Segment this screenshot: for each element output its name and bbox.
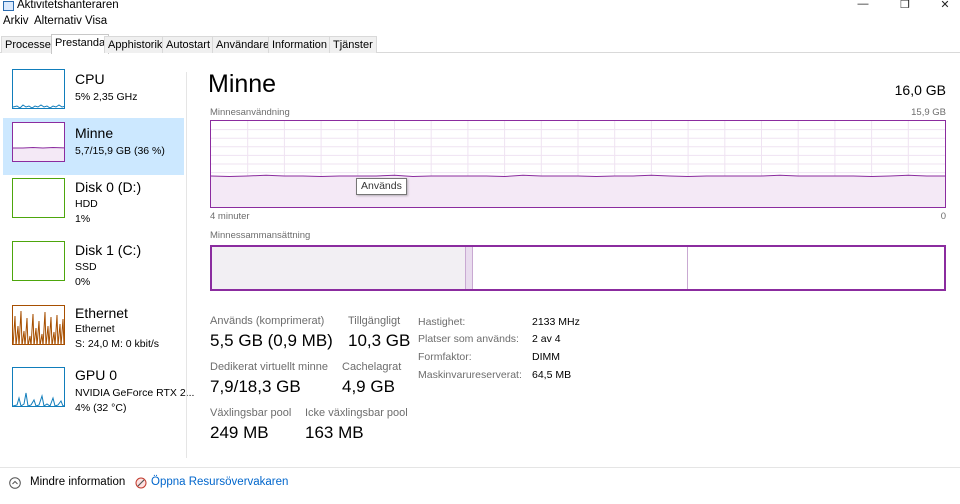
sidebar-item-detail: 5% 2,35 GHz (75, 91, 138, 103)
stat-value: 10,3 GB (348, 331, 411, 350)
sidebar-item-detail: 0% (75, 276, 91, 288)
sidebar-item-detail: 5,7/15,9 GB (36 %) (75, 145, 165, 157)
footer: Mindre information Öppna Resursövervakar… (0, 467, 960, 497)
open-resource-monitor-link[interactable]: Öppna Resursövervakaren (151, 476, 288, 488)
memory-usage-area (211, 176, 945, 207)
sidebar-item-label: CPU (75, 71, 105, 87)
detail-value: DIMM (532, 351, 560, 363)
detail-label: Platser som används: (418, 333, 519, 345)
stat-value: 249 MB (210, 423, 269, 442)
memory-usage-graph (210, 120, 946, 208)
detail-label: Formfaktor: (418, 351, 472, 363)
composition-modified[interactable] (464, 247, 474, 289)
sidebar-item-detail: NVIDIA GeForce RTX 2... (75, 387, 195, 399)
sidebar-item-detail: S: 24,0 M: 0 kbit/s (75, 338, 160, 350)
sidebar-item-label: Disk 1 (C:) (75, 242, 142, 258)
sidebar-divider (186, 72, 187, 458)
stat-label: Dedikerat virtuellt minne (210, 361, 328, 373)
stat-value: 5,5 GB (0,9 MB) (210, 331, 333, 350)
usage-graph-label: Minnesanvändning (210, 107, 290, 118)
tab-tjanster[interactable]: Tjänster (329, 36, 377, 53)
tab-processer[interactable]: Processer (1, 36, 59, 53)
chevron-up-icon[interactable] (9, 477, 21, 489)
sidebar-item-label: Disk 0 (D:) (75, 179, 142, 195)
sidebar-item-disk0[interactable]: Disk 0 (D:) HDD 1% (3, 174, 184, 231)
tab-apphistorik[interactable]: Apphistorik (104, 36, 167, 53)
stat-label: Används (komprimerat) (210, 315, 325, 327)
page-title: Minne (208, 70, 277, 98)
sidebar-item-detail: Ethernet (75, 323, 115, 335)
gpu-thumbnail-graph (12, 367, 65, 407)
memory-total: 16,0 GB (894, 82, 946, 98)
title-bar: Aktivitetshanteraren — ❐ ✕ (0, 0, 960, 14)
memory-composition-bar (210, 245, 946, 291)
usage-tooltip: Används (356, 178, 407, 195)
cpu-thumbnail-graph (12, 69, 65, 109)
stat-label: Växlingsbar pool (210, 407, 292, 419)
resource-monitor-icon[interactable] (135, 477, 147, 489)
sidebar-item-disk1[interactable]: Disk 1 (C:) SSD 0% (3, 237, 184, 294)
disk-thumbnail-graph (12, 241, 65, 281)
sidebar-item-detail: HDD (75, 198, 98, 210)
sidebar-item-detail: SSD (75, 261, 97, 273)
fewer-details-link[interactable]: Mindre information (30, 476, 125, 488)
sidebar-item-label: GPU 0 (75, 367, 118, 383)
disk-thumbnail-graph (12, 178, 65, 218)
sidebar-item-minne[interactable]: Minne 5,7/15,9 GB (36 %) (3, 118, 184, 175)
sidebar-item-detail: 1% (75, 213, 91, 225)
detail-value: 64,5 MB (532, 369, 572, 381)
memory-thumbnail-graph (12, 122, 65, 162)
sidebar-item-label: Ethernet (75, 305, 128, 321)
time-axis-start: 4 minuter (210, 211, 250, 222)
usage-graph-max: 15,9 GB (911, 107, 946, 118)
window-title: Aktivitetshanteraren (17, 0, 119, 11)
detail-label: Hastighet: (418, 316, 466, 328)
stat-value: 7,9/18,3 GB (210, 377, 301, 396)
memory-usage-svg (210, 121, 945, 207)
menu-arkiv[interactable]: Arkiv (3, 15, 29, 27)
sidebar-item-detail: 4% (32 °C) (75, 402, 127, 414)
tab-prestanda[interactable]: Prestanda (51, 34, 110, 54)
composition-in-use[interactable] (212, 247, 465, 289)
sidebar-item-gpu0[interactable]: GPU 0 NVIDIA GeForce RTX 2... 4% (32 °C) (3, 363, 194, 420)
composition-label: Minnessammansättning (210, 230, 311, 241)
task-manager-icon (3, 1, 14, 11)
tab-bar: Processer Prestanda Apphistorik Autostar… (0, 34, 960, 54)
sidebar-item-ethernet[interactable]: Ethernet Ethernet S: 24,0 M: 0 kbit/s (3, 301, 184, 358)
minimize-button[interactable]: — (848, 0, 878, 12)
stat-label: Tillgängligt (348, 315, 401, 327)
tab-autostart[interactable]: Autostart (162, 36, 215, 53)
restore-button[interactable]: ❐ (890, 0, 920, 12)
close-button[interactable]: ✕ (930, 0, 960, 12)
time-axis-end: 0 (940, 211, 946, 222)
stat-value: 163 MB (305, 423, 364, 442)
stat-label: Cachelagrat (342, 361, 402, 373)
tab-information[interactable]: Information (268, 36, 332, 53)
stat-label: Icke växlingsbar pool (305, 407, 408, 419)
detail-value: 2133 MHz (532, 316, 580, 328)
stat-value: 4,9 GB (342, 377, 395, 396)
ethernet-thumbnail-graph (12, 305, 65, 345)
composition-standby[interactable] (473, 247, 688, 289)
sidebar-item-label: Minne (75, 125, 114, 141)
detail-label: Maskinvarureserverat: (418, 369, 522, 381)
menu-alternativ[interactable]: Alternativ (34, 15, 82, 27)
menu-visa[interactable]: Visa (85, 15, 107, 27)
tab-anvandare[interactable]: Användare (212, 36, 274, 53)
detail-value: 2 av 4 (532, 333, 561, 345)
sidebar-item-cpu[interactable]: CPU 5% 2,35 GHz (3, 65, 184, 122)
